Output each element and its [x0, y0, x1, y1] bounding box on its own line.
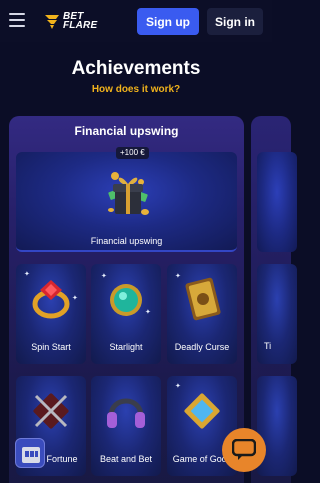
achievement-card-beat-and-bet[interactable]: Beat and Bet [91, 376, 161, 476]
spell-book-icon [185, 277, 221, 321]
menu-icon[interactable] [9, 13, 25, 27]
achievement-label: Beat and Bet [99, 454, 153, 464]
achievement-panel: Financial upswing +100 € Financial upswi… [9, 116, 244, 483]
achievement-card-starlight[interactable]: ✦ ✦ Starlight [91, 264, 161, 364]
slot-machine-icon [22, 447, 40, 463]
crossed-swords-icon [33, 393, 69, 429]
ring-icon [32, 280, 70, 319]
achievement-label: Spin Start [31, 342, 71, 352]
sign-in-button[interactable]: Sign in [207, 8, 263, 35]
gift-box-icon [108, 172, 149, 215]
top-header: BET FLARE Sign up Sign in [0, 0, 272, 42]
achievement-card-deadly-curse[interactable]: ✦ Deadly Curse [167, 264, 237, 364]
featured-achievement-label: Financial upswing [90, 236, 163, 246]
bonus-widget-button[interactable] [15, 438, 45, 468]
achievement-card-spin-start[interactable]: ✦ ✦ Spin Start [16, 264, 86, 364]
achievement-label: Deadly Curse [174, 342, 230, 352]
achievement-label: Starlight [109, 342, 143, 352]
brand-logo[interactable]: BET FLARE [43, 11, 97, 31]
reward-badge: +100 € [116, 147, 149, 159]
logo-icon [45, 15, 59, 29]
how-it-works-link[interactable]: How does it work? [0, 84, 272, 95]
headphones-icon [107, 398, 145, 428]
next-achievement-panel[interactable] [251, 116, 297, 483]
featured-achievement-card[interactable]: +100 € Financial upswing [16, 147, 237, 252]
panel-title: Financial upswing [74, 124, 179, 138]
next-card-label: Ti [264, 341, 272, 351]
gem-amulet-icon [110, 284, 142, 316]
logo-text-flare: FLARE [63, 20, 98, 31]
sign-up-button[interactable]: Sign up [137, 8, 199, 35]
chat-bubble-icon [232, 439, 256, 460]
support-chat-button[interactable] [222, 428, 266, 472]
page-title: Achievements [71, 58, 201, 79]
diamond-frame-icon [184, 393, 220, 429]
